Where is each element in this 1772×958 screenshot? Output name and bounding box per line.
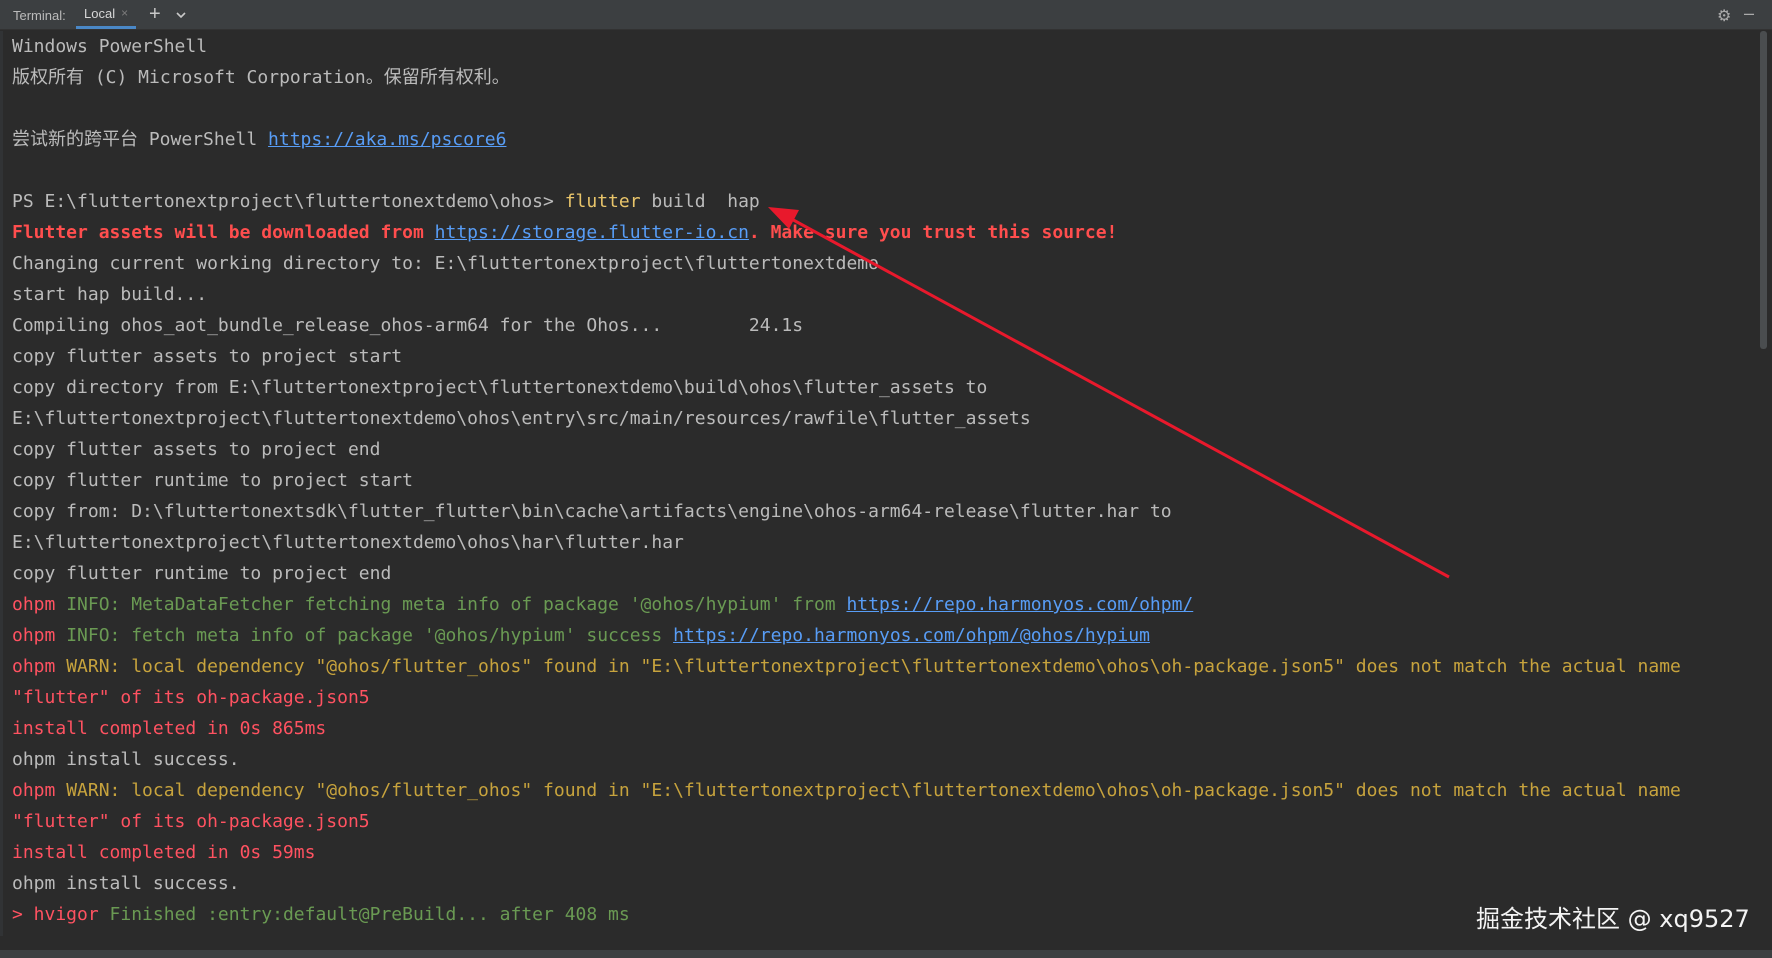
- bottom-bar: [0, 950, 1772, 958]
- watermark: 掘金技术社区 @ xq9527: [1476, 905, 1750, 933]
- annotation-arrow: [768, 207, 1450, 579]
